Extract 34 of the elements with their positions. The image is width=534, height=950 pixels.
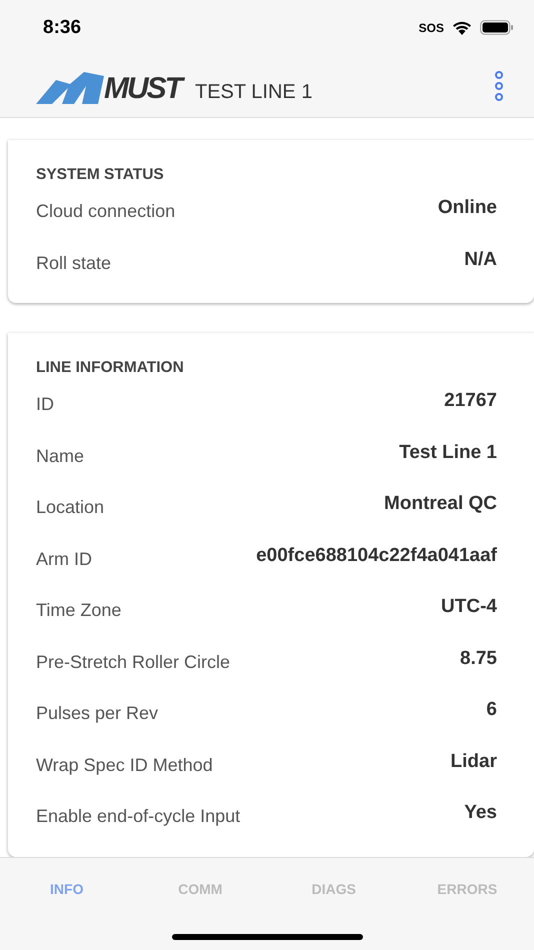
field-label: Wrap Spec ID Method bbox=[36, 754, 213, 777]
field-value: Montreal QC bbox=[384, 492, 497, 516]
tab[interactable]: COMM bbox=[134, 876, 267, 900]
tab[interactable]: ERRORS bbox=[400, 876, 534, 900]
status-time: 8:36 bbox=[43, 16, 82, 38]
field-label: ID bbox=[36, 393, 54, 416]
field-label: Name bbox=[36, 444, 84, 468]
field-value: 8.75 bbox=[460, 646, 497, 670]
field-value: Yes bbox=[464, 801, 497, 825]
field-label: Location bbox=[36, 496, 104, 519]
field-label: Pulses per Rev bbox=[36, 702, 158, 725]
battery-icon bbox=[480, 20, 514, 35]
field-label: Roll state bbox=[36, 252, 112, 274]
field-label: Cloud connection bbox=[36, 200, 176, 223]
field-value: e00fce688104c22f4a041aaf bbox=[256, 544, 497, 568]
field-value: Online bbox=[438, 196, 497, 220]
field-label: Enable end-of-cycle Input bbox=[36, 805, 240, 828]
field-value: N/A bbox=[464, 248, 497, 272]
field-label: Arm ID bbox=[36, 548, 92, 570]
field-value: Lidar bbox=[450, 750, 497, 774]
tab[interactable]: INFO bbox=[0, 876, 134, 900]
field-value: Test Line 1 bbox=[399, 440, 497, 464]
field-value: UTC-4 bbox=[441, 595, 497, 619]
wifi-icon bbox=[452, 20, 472, 35]
section-heading: SYSTEM STATUS bbox=[36, 166, 165, 184]
more-menu-icon[interactable] bbox=[494, 71, 504, 101]
section-heading: LINE INFORMATION bbox=[36, 359, 185, 377]
field-label: Pre-Stretch Roller Circle bbox=[36, 650, 230, 674]
tab[interactable]: DIAGS bbox=[267, 876, 400, 900]
line-title: TEST LINE 1 bbox=[195, 80, 312, 104]
field-value: 6 bbox=[486, 698, 497, 722]
field-label: Time Zone bbox=[36, 599, 122, 622]
carrier-label: SOS bbox=[418, 20, 444, 34]
field-value: 21767 bbox=[444, 389, 497, 413]
